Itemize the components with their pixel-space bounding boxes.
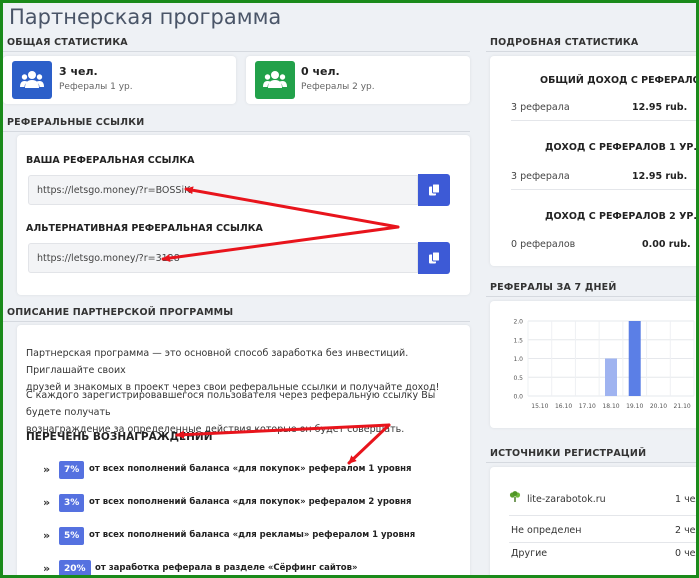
annotation-arrow xyxy=(184,186,400,229)
annotation-arrows xyxy=(161,186,400,465)
annotation-arrow xyxy=(347,423,391,465)
annotation-arrow xyxy=(161,225,400,263)
screenshot-frame: Партнерская программа ОБЩАЯ СТАТИСТИКА 3… xyxy=(0,0,699,578)
annotation-arrow xyxy=(175,423,391,439)
